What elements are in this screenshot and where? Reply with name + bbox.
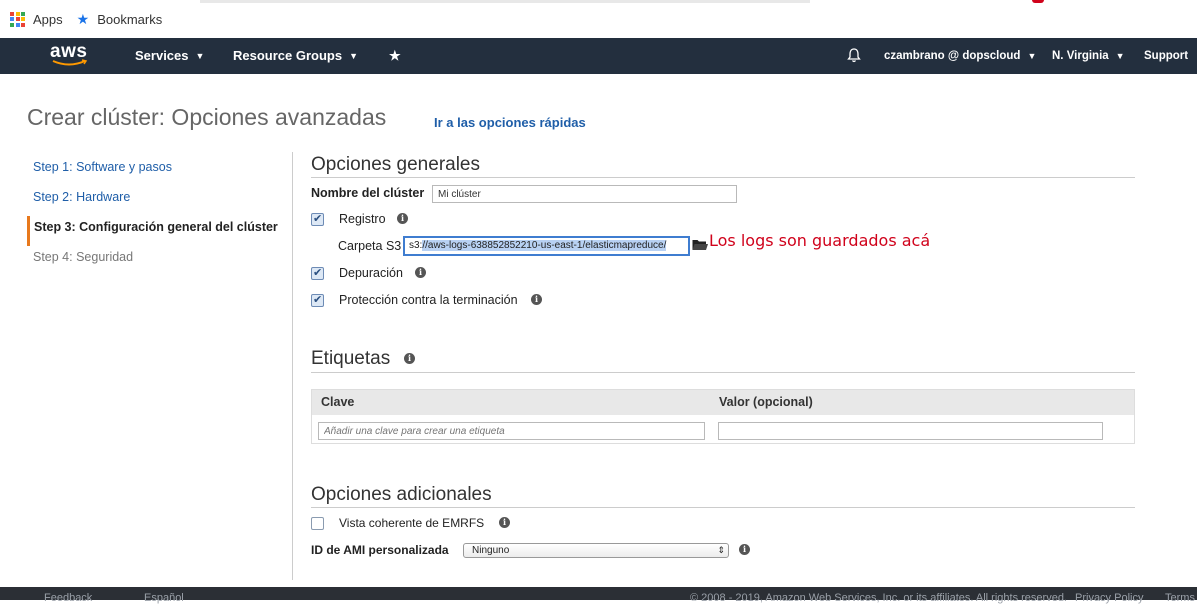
quick-options-link[interactable]: Ir a las opciones rápidas: [434, 115, 586, 130]
info-icon[interactable]: i: [415, 267, 426, 278]
copyright-text: © 2008 - 2019, Amazon Web Services, Inc.…: [690, 592, 1067, 604]
user-menu[interactable]: czambrano @ dopscloud ▼: [884, 50, 1036, 62]
step-general-config[interactable]: Step 3: Configuración general del clúste…: [27, 216, 289, 246]
s3-folder-input[interactable]: s3://aws-logs-638852852210-us-east-1/ela…: [403, 236, 690, 256]
resource-groups-menu[interactable]: Resource Groups ▼: [233, 48, 358, 63]
info-icon[interactable]: i: [531, 294, 542, 305]
section-divider: [311, 507, 1135, 508]
apps-grid-icon: [10, 11, 25, 27]
additional-options-title: Opciones adicionales: [311, 484, 492, 505]
info-icon[interactable]: i: [739, 544, 750, 555]
tab-strip-edge: [200, 0, 810, 3]
tag-key-input[interactable]: [318, 422, 705, 440]
support-menu[interactable]: Support ▼: [1144, 50, 1197, 62]
resource-groups-label: Resource Groups: [233, 48, 343, 63]
cluster-name-label: Nombre del clúster: [311, 186, 425, 200]
step-software[interactable]: Step 1: Software y pasos: [27, 156, 289, 186]
services-menu[interactable]: Services ▼: [135, 48, 204, 63]
tags-table-header: Clave Valor (opcional): [312, 390, 1134, 415]
s3-folder-label: Carpeta S3: [338, 239, 402, 253]
star-icon: ★: [76, 10, 90, 27]
console-footer: Feedback Español © 2008 - 2019, Amazon W…: [0, 587, 1197, 604]
bookmarks-label: Bookmarks: [97, 11, 163, 27]
chevron-down-icon: ▼: [1115, 51, 1125, 61]
key-column-header: Clave: [321, 395, 355, 409]
debugging-label: Depuración: [339, 266, 403, 280]
step-security: Step 4: Seguridad: [33, 250, 134, 264]
region-label: N. Virginia: [1052, 50, 1109, 62]
custom-ami-select[interactable]: Ninguno ⇕: [463, 543, 729, 558]
aws-logo[interactable]: aws: [50, 42, 88, 70]
emrfs-label: Vista coherente de EMRFS: [339, 516, 485, 530]
chevron-down-icon: ▼: [195, 50, 205, 61]
cluster-name-input[interactable]: [432, 185, 737, 203]
emrfs-checkbox[interactable]: [311, 517, 324, 530]
s3-prefix: s3:: [409, 240, 423, 251]
section-divider: [311, 177, 1135, 178]
bookmarks-folder[interactable]: ★ Bookmarks: [77, 11, 163, 28]
s3-selected-path: //aws-logs-638852852210-us-east-1/elasti…: [422, 240, 667, 251]
sidebar-divider: [292, 152, 293, 580]
steps-sidebar: Step 1: Software y pasos Step 2: Hardwar…: [27, 156, 289, 276]
value-column-header: Valor (opcional): [719, 395, 813, 409]
terms-link[interactable]: Terms: [1165, 592, 1195, 604]
page-title: Crear clúster: Opciones avanzadas: [27, 104, 387, 130]
logging-label: Registro: [339, 212, 386, 226]
region-menu[interactable]: N. Virginia ▼: [1052, 50, 1125, 62]
pin-star-icon[interactable]: ★: [389, 48, 401, 64]
services-label: Services: [135, 48, 189, 63]
chevron-down-icon: ▼: [349, 50, 359, 61]
info-icon[interactable]: i: [499, 517, 510, 528]
folder-icon[interactable]: [692, 238, 708, 251]
tags-title: Etiquetas: [311, 348, 391, 369]
debugging-checkbox[interactable]: [311, 266, 324, 280]
user-label: czambrano @ dopscloud: [884, 50, 1021, 62]
info-icon[interactable]: i: [404, 353, 415, 364]
support-label: Support: [1144, 50, 1189, 62]
step-hardware[interactable]: Step 2: Hardware: [27, 186, 289, 216]
termination-protection-label: Protección contra la terminación: [339, 293, 518, 307]
privacy-link[interactable]: Privacy Policy: [1075, 592, 1143, 604]
aws-navbar: aws Services ▼ Resource Groups ▼ ★ czamb…: [0, 38, 1197, 74]
section-divider: [311, 372, 1135, 373]
apps-label: Apps: [33, 11, 63, 27]
feedback-link[interactable]: Feedback: [44, 592, 92, 604]
logging-checkbox[interactable]: [311, 212, 324, 226]
select-arrows-icon: ⇕: [717, 545, 725, 555]
termination-protection-checkbox[interactable]: [311, 293, 324, 307]
logs-annotation: Los logs son guardados acá: [709, 231, 931, 250]
custom-ami-label: ID de AMI personalizada: [311, 543, 449, 557]
recording-indicator: [1032, 0, 1044, 3]
info-icon[interactable]: i: [397, 213, 408, 224]
tag-value-input[interactable]: [718, 422, 1103, 440]
aws-smile-icon: [52, 59, 88, 66]
chevron-down-icon: ▼: [1027, 51, 1037, 61]
general-options-title: Opciones generales: [311, 154, 480, 175]
bookmarks-bar: Apps ★ Bookmarks: [0, 0, 1197, 38]
bell-icon[interactable]: [847, 48, 861, 63]
language-selector[interactable]: Español: [144, 592, 184, 604]
custom-ami-value: Ninguno: [472, 545, 510, 556]
apps-bookmark[interactable]: Apps: [10, 11, 63, 27]
